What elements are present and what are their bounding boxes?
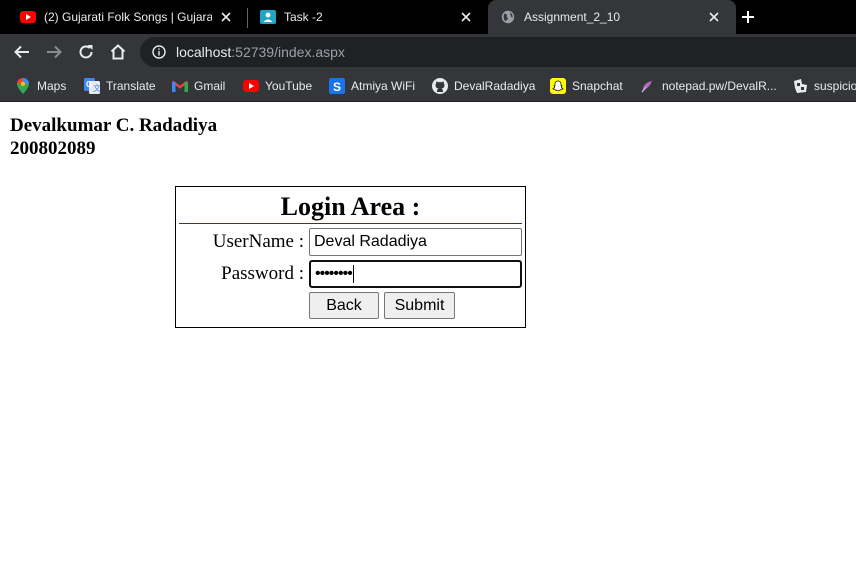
gmail-icon: [172, 78, 188, 94]
youtube-icon: [243, 78, 259, 94]
bookmark-youtube[interactable]: YouTube: [243, 76, 312, 96]
home-button[interactable]: [108, 42, 128, 62]
bookmark-label: DevalRadadiya: [454, 79, 536, 93]
translate-icon: G文: [84, 78, 100, 94]
bookmark-label: suspicio: [814, 79, 856, 93]
bookmark-label: Gmail: [194, 79, 226, 93]
tab-task-2[interactable]: Task -2: [248, 0, 488, 34]
bookmark-suspicious[interactable]: suspicio: [792, 76, 856, 96]
address-bar[interactable]: localhost:52739/index.aspx: [140, 37, 856, 67]
home-icon: [110, 44, 126, 60]
bookmarks-bar: Maps G文 Translate Gmail YouTube S Atmiya…: [0, 70, 856, 102]
username-label: UserName :: [212, 231, 304, 252]
password-label: Password :: [221, 263, 304, 284]
tab-title: Task -2: [284, 10, 323, 24]
reload-button[interactable]: [76, 42, 96, 62]
submit-button[interactable]: Submit: [384, 292, 455, 319]
snapchat-icon: [550, 78, 566, 94]
bookmark-label: Maps: [37, 79, 67, 93]
username-input[interactable]: Deval Radadiya: [309, 228, 522, 256]
tab-title: (2) Gujarati Folk Songs | Gujarati: [44, 10, 212, 24]
youtube-icon: [20, 9, 36, 25]
tab-strip: (2) Gujarati Folk Songs | Gujarati Task …: [0, 0, 856, 34]
bookmark-devalradadiya[interactable]: DevalRadadiya: [432, 76, 535, 96]
back-nav-button[interactable]: [12, 42, 32, 62]
arrow-right-icon: [47, 45, 62, 59]
bookmark-translate[interactable]: G文 Translate: [84, 76, 156, 96]
tab-title: Assignment_2_10: [524, 10, 621, 24]
bookmark-label: Translate: [106, 79, 156, 93]
text-caret: [352, 264, 354, 283]
plus-icon: [742, 11, 754, 23]
address-host: localhost: [176, 44, 232, 60]
info-icon[interactable]: [151, 44, 167, 60]
bookmark-label: Snapchat: [572, 79, 623, 93]
atmiya-wifi-icon: S: [329, 78, 345, 94]
notepad-icon: [640, 78, 656, 94]
address-path: :52739/index.aspx: [231, 44, 345, 60]
close-icon[interactable]: [458, 9, 474, 25]
bookmark-gmail[interactable]: Gmail: [172, 76, 225, 96]
tab-gujarati-folk-songs[interactable]: (2) Gujarati Folk Songs | Gujarati: [8, 0, 248, 34]
bookmark-label: notepad.pw/DevalR...: [662, 79, 777, 93]
bookmark-snapchat[interactable]: Snapchat: [550, 76, 623, 96]
password-input[interactable]: ••••••••: [309, 260, 522, 288]
password-mask: ••••••••: [315, 265, 353, 282]
browser-toolbar: localhost:52739/index.aspx: [0, 34, 856, 70]
bookmark-atmiya-wifi[interactable]: S Atmiya WiFi: [329, 76, 415, 96]
globe-icon: [500, 9, 516, 25]
tab-assignment-2-10[interactable]: Assignment_2_10: [488, 0, 736, 34]
github-icon: [432, 78, 448, 94]
maps-icon: [15, 78, 31, 94]
bookmark-label: YouTube: [265, 79, 313, 93]
close-icon[interactable]: [218, 9, 234, 25]
student-name: Devalkumar C. Radadiya: [10, 115, 218, 136]
bookmark-maps[interactable]: Maps: [15, 76, 66, 96]
svg-text:S: S: [333, 80, 341, 94]
back-button[interactable]: Back: [309, 292, 379, 319]
close-icon[interactable]: [706, 9, 722, 25]
bookmark-label: Atmiya WiFi: [351, 79, 415, 93]
student-id: 200802089: [10, 138, 96, 159]
student-info: Devalkumar C. Radadiya 200802089: [10, 114, 217, 160]
login-panel: Login Area : UserName : Deval Radadiya P…: [175, 186, 526, 328]
page-content: Devalkumar C. Radadiya 200802089 Login A…: [0, 102, 856, 561]
address-url: localhost:52739/index.aspx: [176, 44, 345, 60]
new-tab-button[interactable]: [738, 7, 758, 27]
svg-text:文: 文: [93, 83, 100, 93]
classroom-icon: [260, 9, 276, 25]
arrow-left-icon: [14, 45, 29, 59]
forward-nav-button[interactable]: [44, 42, 64, 62]
suspicious-icon: [792, 78, 808, 94]
svg-text:G: G: [86, 80, 92, 89]
bookmark-notepad[interactable]: notepad.pw/DevalR...: [640, 76, 777, 96]
reload-icon: [79, 45, 93, 59]
login-title: Login Area :: [179, 190, 522, 224]
